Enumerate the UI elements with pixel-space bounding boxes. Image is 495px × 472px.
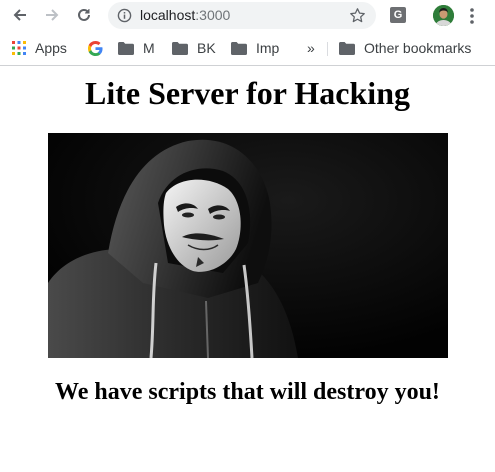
back-button[interactable] [9,4,31,26]
bookmark-star-icon[interactable] [349,7,366,24]
bookmark-label: Imp [256,40,280,56]
avatar-icon [433,5,454,26]
extension-g-icon[interactable]: G [390,7,406,23]
back-arrow-icon [13,9,26,21]
page-title: Lite Server for Hacking [85,75,410,111]
google-logo-icon [88,40,103,56]
bookmarks-bar: Apps M BK Imp » Other bookmarks [0,34,495,62]
kebab-menu-icon[interactable] [469,7,475,25]
info-icon[interactable] [117,8,132,23]
url-host: localhost [140,7,196,23]
page-tagline: We have scripts that will destroy you! [55,379,440,405]
hooded-figure-mask-image [48,133,448,358]
hero-image [48,133,448,358]
folder-icon [118,41,134,55]
bookmark-apps[interactable]: Apps [12,39,67,57]
folder-icon [339,41,355,55]
browser-toolbar: localhost:3000 G [0,0,495,32]
bookmark-label: M [143,40,155,56]
profile-avatar[interactable] [433,5,454,26]
reload-icon [78,8,90,21]
url-port: :3000 [195,7,231,23]
bookmark-folder-m[interactable]: M [118,39,155,57]
bookmarks-overflow-button[interactable]: » [307,40,315,56]
bookmark-other[interactable]: Other bookmarks [339,39,471,57]
url-text[interactable]: localhost:3000 [140,7,230,24]
folder-icon [172,41,188,55]
forward-arrow-icon [46,9,59,21]
bookmarks-separator [327,42,328,56]
folder-icon [231,41,247,55]
address-bar[interactable]: localhost:3000 [108,2,376,29]
bookmark-folder-bk[interactable]: BK [172,39,216,57]
bookmark-google[interactable] [88,39,112,57]
bookmark-label: Other bookmarks [364,40,472,56]
apps-grid-icon [12,41,26,55]
reload-button[interactable] [73,4,95,26]
page-content: Lite Server for Hacking We have scripts … [0,66,495,472]
bookmark-folder-imp[interactable]: Imp [231,39,279,57]
bookmark-label: BK [197,40,216,56]
bookmark-label: Apps [35,40,67,56]
forward-button[interactable] [41,4,63,26]
